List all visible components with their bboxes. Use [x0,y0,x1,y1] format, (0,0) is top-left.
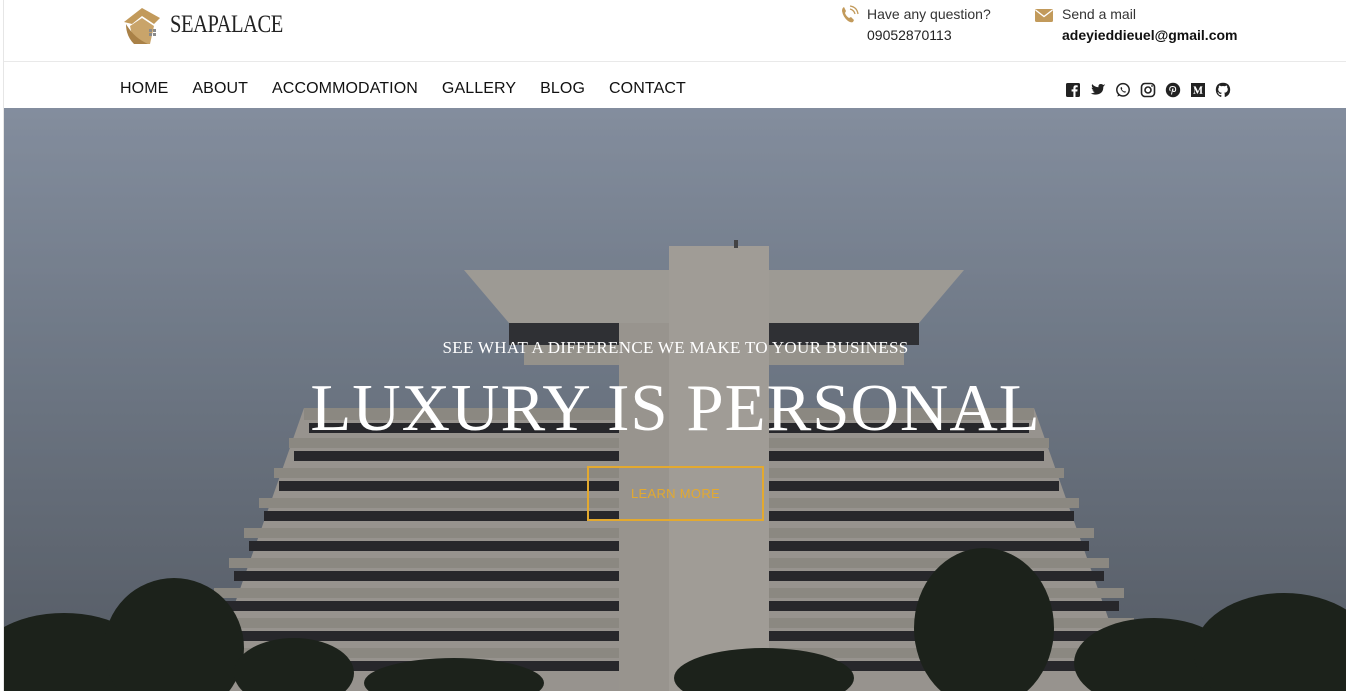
nav-menu: HOME ABOUT ACCOMMODATION GALLERY BLOG CO… [120,80,710,98]
pinterest-icon[interactable] [1165,82,1181,98]
hero-title: LUXURY IS PERSONAL [310,371,1041,445]
twitter-icon[interactable] [1090,82,1106,98]
nav-item-blog[interactable]: BLOG [540,80,585,98]
navbar: HOME ABOUT ACCOMMODATION GALLERY BLOG CO… [4,63,1346,108]
github-icon[interactable] [1215,82,1231,98]
mail-contact: Send a mail adeyieddieuel@gmail.com [1034,5,1238,44]
logo[interactable]: SEAPALACE [120,4,308,46]
nav-item-accommodation[interactable]: ACCOMMODATION [272,80,418,98]
medium-icon[interactable] [1190,82,1206,98]
top-bar: SEAPALACE Have any question? 09052870113… [4,0,1346,62]
social-links [1065,82,1231,98]
envelope-icon [1035,9,1053,22]
mail-label: Send a mail [1062,6,1136,22]
nav-item-gallery[interactable]: GALLERY [442,80,516,98]
hero-section: SEE WHAT A DIFFERENCE WE MAKE TO YOUR BU… [4,108,1346,691]
nav-item-contact[interactable]: CONTACT [609,80,686,98]
logo-icon [124,8,160,44]
phone-number[interactable]: 09052870113 [867,26,991,44]
nav-item-home[interactable]: HOME [120,80,168,98]
nav-item-about[interactable]: ABOUT [192,80,248,98]
brand-name: SEAPALACE [170,11,283,38]
page-frame: SEAPALACE Have any question? 09052870113… [3,0,1346,691]
facebook-icon[interactable] [1065,82,1081,98]
mail-address[interactable]: adeyieddieuel@gmail.com [1062,26,1238,44]
learn-more-button[interactable]: LEARN MORE [587,466,764,521]
hero-subtitle: SEE WHAT A DIFFERENCE WE MAKE TO YOUR BU… [442,338,909,357]
phone-label: Have any question? [867,6,991,22]
phone-contact: Have any question? 09052870113 [839,5,991,44]
instagram-icon[interactable] [1140,82,1156,98]
whatsapp-icon[interactable] [1115,82,1131,98]
phone-icon [842,5,859,23]
